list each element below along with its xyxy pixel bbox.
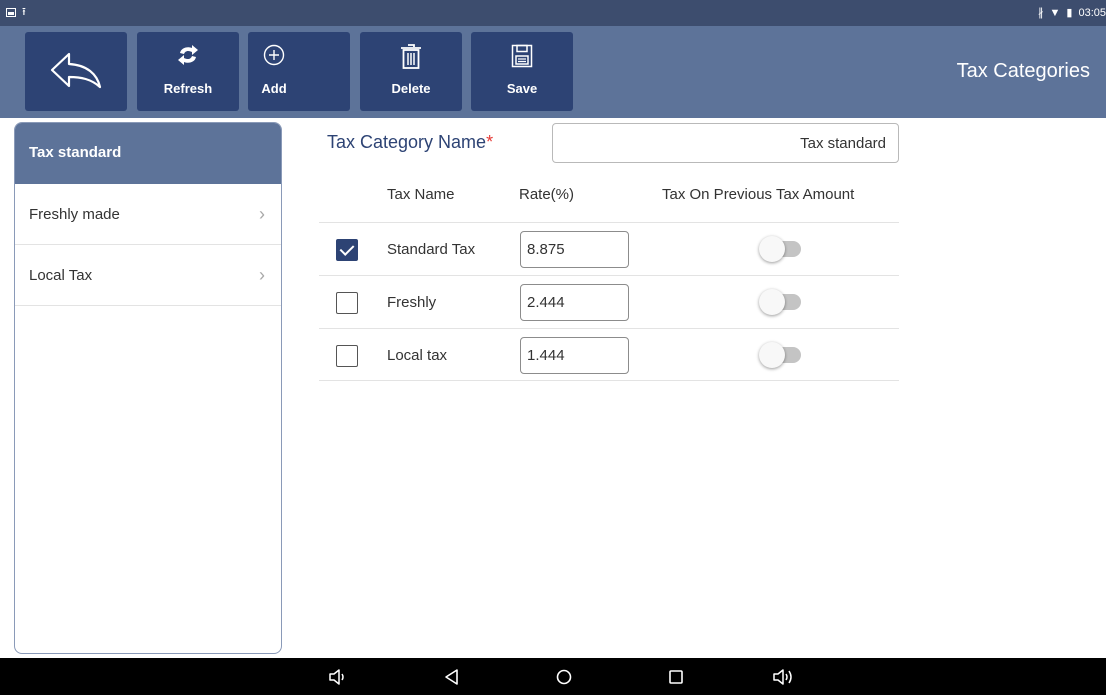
recents-square-icon[interactable] xyxy=(666,667,686,687)
toggle-knob xyxy=(759,289,785,315)
table-row: Freshly xyxy=(319,275,899,328)
volume-down-icon[interactable] xyxy=(328,667,350,687)
tax-name: Freshly xyxy=(387,294,437,311)
wifi-icon: ▼ xyxy=(1049,7,1061,19)
tax-on-previous-toggle[interactable] xyxy=(759,288,801,316)
add-button[interactable]: Add xyxy=(248,32,350,111)
toolbar: Refresh Add Delete Save Tax Categories xyxy=(0,26,1106,118)
toggle-knob xyxy=(759,236,785,262)
delete-button[interactable]: Delete xyxy=(360,32,462,111)
sidebar-item-label: Local Tax xyxy=(29,267,93,284)
status-bar: ⭱ ∦ ▼ ▮ 03:05 xyxy=(0,0,1106,26)
sidebar-item-local-tax[interactable]: Local Tax › xyxy=(15,245,281,306)
row-checkbox[interactable] xyxy=(336,239,358,261)
clock-time: 03:05 xyxy=(1078,7,1106,19)
upload-icon: ⭱ xyxy=(22,6,26,18)
back-arrow-icon xyxy=(50,52,102,89)
add-label: Add xyxy=(261,81,287,96)
delete-label: Delete xyxy=(391,81,431,96)
page-title: Tax Categories xyxy=(956,60,1090,82)
bluetooth-icon: ∦ xyxy=(1038,7,1044,19)
save-label: Save xyxy=(506,81,538,96)
save-button[interactable]: Save xyxy=(471,32,573,111)
chevron-right-icon: › xyxy=(259,204,265,224)
tax-category-list: Tax standard Freshly made › Local Tax › xyxy=(14,122,282,654)
rate-input[interactable] xyxy=(520,231,629,268)
sidebar-item-label: Tax standard xyxy=(29,144,122,161)
sidebar-item-tax-standard[interactable]: Tax standard xyxy=(15,123,281,184)
rate-input[interactable] xyxy=(520,284,629,321)
header-tax-name: Tax Name xyxy=(387,186,455,203)
sidebar-item-label: Freshly made xyxy=(29,206,120,223)
refresh-icon xyxy=(178,45,198,65)
tax-name: Standard Tax xyxy=(387,241,476,258)
picture-icon xyxy=(6,7,16,17)
tax-on-previous-toggle[interactable] xyxy=(759,341,801,369)
required-mark: * xyxy=(486,132,494,152)
add-circle-icon xyxy=(263,44,285,66)
trash-icon xyxy=(401,44,421,69)
rate-input[interactable] xyxy=(520,337,629,374)
label-text: Tax Category Name xyxy=(327,132,487,152)
sidebar-item-freshly-made[interactable]: Freshly made › xyxy=(15,184,281,245)
home-circle-icon[interactable] xyxy=(554,667,574,687)
toggle-knob xyxy=(759,342,785,368)
tax-name: Local tax xyxy=(387,347,448,364)
volume-up-icon[interactable] xyxy=(772,667,800,687)
table-row: Standard Tax xyxy=(319,222,899,275)
tax-category-name-input[interactable] xyxy=(552,123,899,163)
system-nav-bar xyxy=(0,658,1106,695)
tax-on-previous-toggle[interactable] xyxy=(759,235,801,263)
row-checkbox[interactable] xyxy=(336,345,358,367)
row-checkbox[interactable] xyxy=(336,292,358,314)
chevron-right-icon: › xyxy=(259,265,265,285)
back-button[interactable] xyxy=(25,32,127,111)
battery-icon: ▮ xyxy=(1066,7,1073,19)
table-row: Local tax xyxy=(319,328,899,381)
header-tax-on-previous: Tax On Previous Tax Amount xyxy=(662,186,855,203)
header-rate: Rate(%) xyxy=(519,186,575,203)
back-triangle-icon[interactable] xyxy=(443,667,461,687)
tax-category-name-label: Tax Category Name* xyxy=(327,132,493,153)
floppy-disk-icon xyxy=(511,44,533,68)
